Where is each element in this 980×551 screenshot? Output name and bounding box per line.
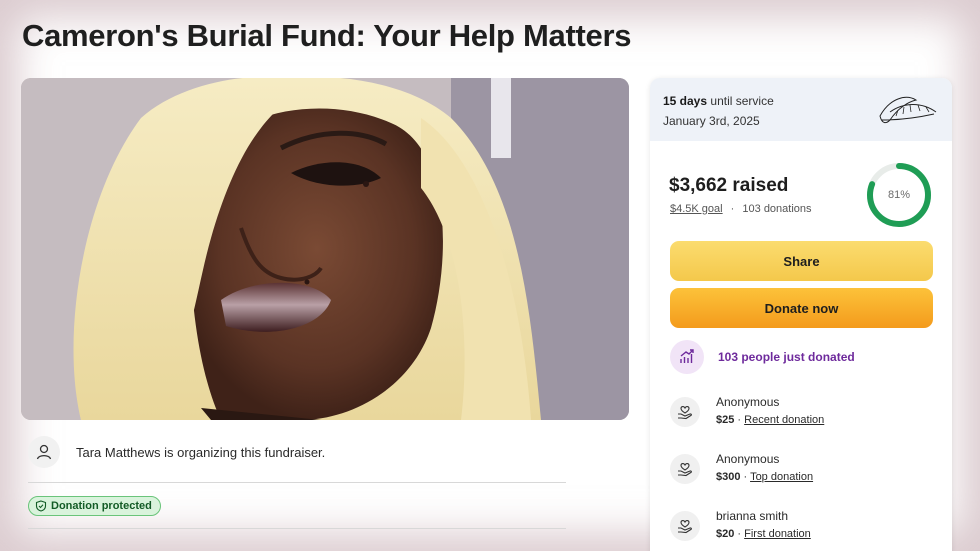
organizer-row: Tara Matthews is organizing this fundrai…	[28, 436, 325, 468]
goal-line: $4.5K goal · 103 donations	[670, 203, 812, 215]
recent-activity-text[interactable]: 103 people just donated	[718, 350, 855, 364]
donor-meta: $25 · Recent donation	[716, 414, 825, 426]
campaign-photo[interactable]	[21, 78, 629, 420]
donation-protected-badge[interactable]: Donation protected	[28, 496, 161, 516]
donor-meta: $300 · Top donation	[716, 471, 814, 483]
donor-amount: $20	[716, 528, 735, 540]
donor-name: Anonymous	[716, 395, 780, 409]
recent-activity: 103 people just donated	[670, 340, 855, 374]
badge-label: Donation protected	[51, 500, 152, 512]
donate-now-button[interactable]: Donate now	[670, 288, 933, 328]
separator: ·	[730, 203, 735, 215]
donor-amount: $300	[716, 471, 741, 483]
donation-tag-link[interactable]: First donation	[744, 528, 811, 540]
progress-percent: 81%	[887, 189, 911, 201]
shield-check-icon	[35, 500, 47, 512]
divider	[28, 482, 566, 483]
page-frame: Cameron's Burial Fund: Your Help Matters	[0, 0, 980, 551]
trending-up-icon	[670, 340, 704, 374]
amount-raised: $3,662 raised	[669, 175, 789, 196]
share-button[interactable]: Share	[670, 241, 933, 281]
days-suffix: until service	[710, 94, 774, 108]
donor-name: brianna smith	[716, 509, 789, 523]
donation-count: 103 donations	[742, 203, 812, 215]
donor-item: Anonymous $300 · Top donation	[670, 452, 813, 492]
divider	[28, 528, 566, 529]
leaf-icon	[879, 96, 937, 124]
donation-tag-link[interactable]: Recent donation	[744, 414, 824, 426]
page-title: Cameron's Burial Fund: Your Help Matters	[22, 18, 632, 53]
donor-item: brianna smith $20 · First donation	[670, 509, 811, 549]
user-icon	[28, 436, 60, 468]
goal-link[interactable]: $4.5K goal	[670, 203, 723, 215]
portrait-image	[21, 78, 629, 420]
days-count: 15 days	[663, 94, 708, 108]
service-info: 15 days until service January 3rd, 2025	[650, 78, 952, 141]
heart-hand-icon	[670, 511, 700, 541]
donor-item: Anonymous $25 · Recent donation	[670, 395, 824, 435]
donation-tag-link[interactable]: Top donation	[750, 471, 813, 483]
heart-hand-icon	[670, 397, 700, 427]
donor-meta: $20 · First donation	[716, 528, 811, 540]
donor-amount: $25	[716, 414, 735, 426]
donation-panel: 15 days until service January 3rd, 2025 …	[650, 78, 952, 551]
donor-name: Anonymous	[716, 452, 780, 466]
heart-hand-icon	[670, 454, 700, 484]
organizer-text: Tara Matthews is organizing this fundrai…	[76, 444, 326, 460]
